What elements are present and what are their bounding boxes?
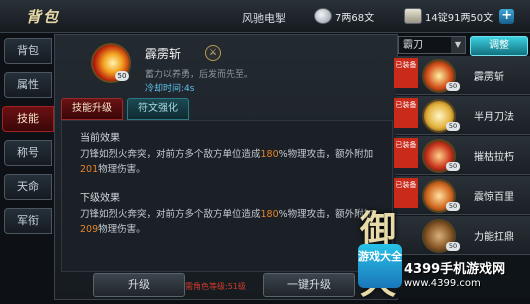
- gold-ingot-icon: [404, 8, 422, 24]
- current-effect-text: 刀锋如烈火奔突，对前方多个敌方单位造成180%物理攻击，额外附加201物理伤害。: [80, 149, 374, 175]
- weapon-select-value: 霸刀: [403, 40, 423, 51]
- skill-list-name: 霹雳斩: [474, 72, 504, 83]
- skill-list-item[interactable]: 50 已装备 霹雳斩: [394, 56, 530, 95]
- upgrade-all-button[interactable]: 一键升级: [263, 273, 355, 297]
- swap-skill-button[interactable]: 调整: [470, 36, 528, 56]
- skill-list-name: 力能扛鼎: [474, 232, 514, 243]
- equipped-ribbon: 已装备: [394, 58, 418, 88]
- silver-currency: 7两68文: [314, 7, 374, 25]
- skill-header: 50 霹雳斩 ⚔ 蓄力以养勇，后发而先至。 冷却时间:4s: [55, 35, 397, 97]
- left-tab-attributes[interactable]: 属性: [4, 72, 52, 98]
- next-effect-title: 下级效果: [80, 193, 120, 204]
- skill-list-item[interactable]: 50 已装备 摧枯拉朽: [394, 136, 530, 175]
- left-tab-skills[interactable]: 技能: [2, 106, 54, 132]
- player-name: 风驰电掣: [242, 12, 286, 25]
- skill-level-badge: 50: [446, 82, 460, 91]
- silver-coin-icon: [314, 8, 332, 24]
- skill-level-badge: 50: [446, 122, 460, 131]
- tab-skill-upgrade[interactable]: 技能升级: [61, 98, 123, 120]
- gold-currency: 14锭91两50文 +: [404, 7, 515, 25]
- watermark-site-url: www.4399.com: [404, 278, 481, 289]
- silver-amount: 7两68文: [335, 12, 375, 24]
- left-tab-titles[interactable]: 称号: [4, 140, 52, 166]
- sword-icon: ⚔: [205, 45, 221, 61]
- current-effect-title: 当前效果: [80, 133, 120, 144]
- next-effect-text: 刀锋如烈火奔突，对前方多个敌方单位造成180%物理攻击，额外附加209物理伤害。: [80, 209, 374, 235]
- skill-tabs: 技能升级 符文强化: [61, 98, 189, 120]
- skill-list-item[interactable]: 50 已装备 半月刀法: [394, 96, 530, 135]
- skill-level-badge: 50: [446, 202, 460, 211]
- equipped-ribbon: 已装备: [394, 138, 418, 168]
- left-tab-rank[interactable]: 军衔: [4, 208, 52, 234]
- top-bar: 背包 风驰电掣 7两68文 14锭91两50文 +: [0, 0, 530, 33]
- equipped-ribbon: 已装备: [394, 98, 418, 128]
- skill-level-badge: 50: [446, 242, 460, 251]
- skill-name: 霹雳斩: [145, 47, 182, 61]
- page-title: 背包: [26, 8, 61, 26]
- watermark-site-name: 4399手机游戏网: [404, 262, 506, 277]
- upgrade-button[interactable]: 升级: [93, 273, 185, 297]
- skill-level-badge: 50: [446, 162, 460, 171]
- watermark-badge: 游戏大全: [358, 244, 402, 288]
- action-bar: 升级 需角色等级:51级 一键升级: [55, 271, 397, 299]
- skill-cooldown: 冷却时间:4s: [145, 84, 195, 94]
- level-requirement: 需角色等级:51级: [185, 282, 246, 291]
- effect-content: 当前效果 刀锋如烈火奔突，对前方多个敌方单位造成180%物理攻击，额外附加201…: [61, 120, 393, 272]
- skill-description: 蓄力以养勇，后发而先至。: [145, 70, 254, 80]
- skill-list-name: 摧枯拉朽: [474, 152, 514, 163]
- chevron-down-icon: ▼: [451, 37, 465, 53]
- gold-amount: 14锭91两50文: [425, 12, 494, 24]
- skill-level-badge: 50: [115, 71, 129, 81]
- left-tab-bag[interactable]: 背包: [4, 38, 52, 64]
- skill-list-name: 半月刀法: [474, 112, 514, 123]
- skill-detail-panel: 50 霹雳斩 ⚔ 蓄力以养勇，后发而先至。 冷却时间:4s 技能升级 符文强化 …: [54, 34, 398, 300]
- weapon-select[interactable]: 霸刀 ▼: [398, 36, 466, 54]
- left-tab-destiny[interactable]: 天命: [4, 174, 52, 200]
- add-currency-button[interactable]: +: [499, 8, 515, 24]
- tab-rune-enhance[interactable]: 符文强化: [127, 98, 189, 120]
- skill-list-name: 震惊百里: [474, 192, 514, 203]
